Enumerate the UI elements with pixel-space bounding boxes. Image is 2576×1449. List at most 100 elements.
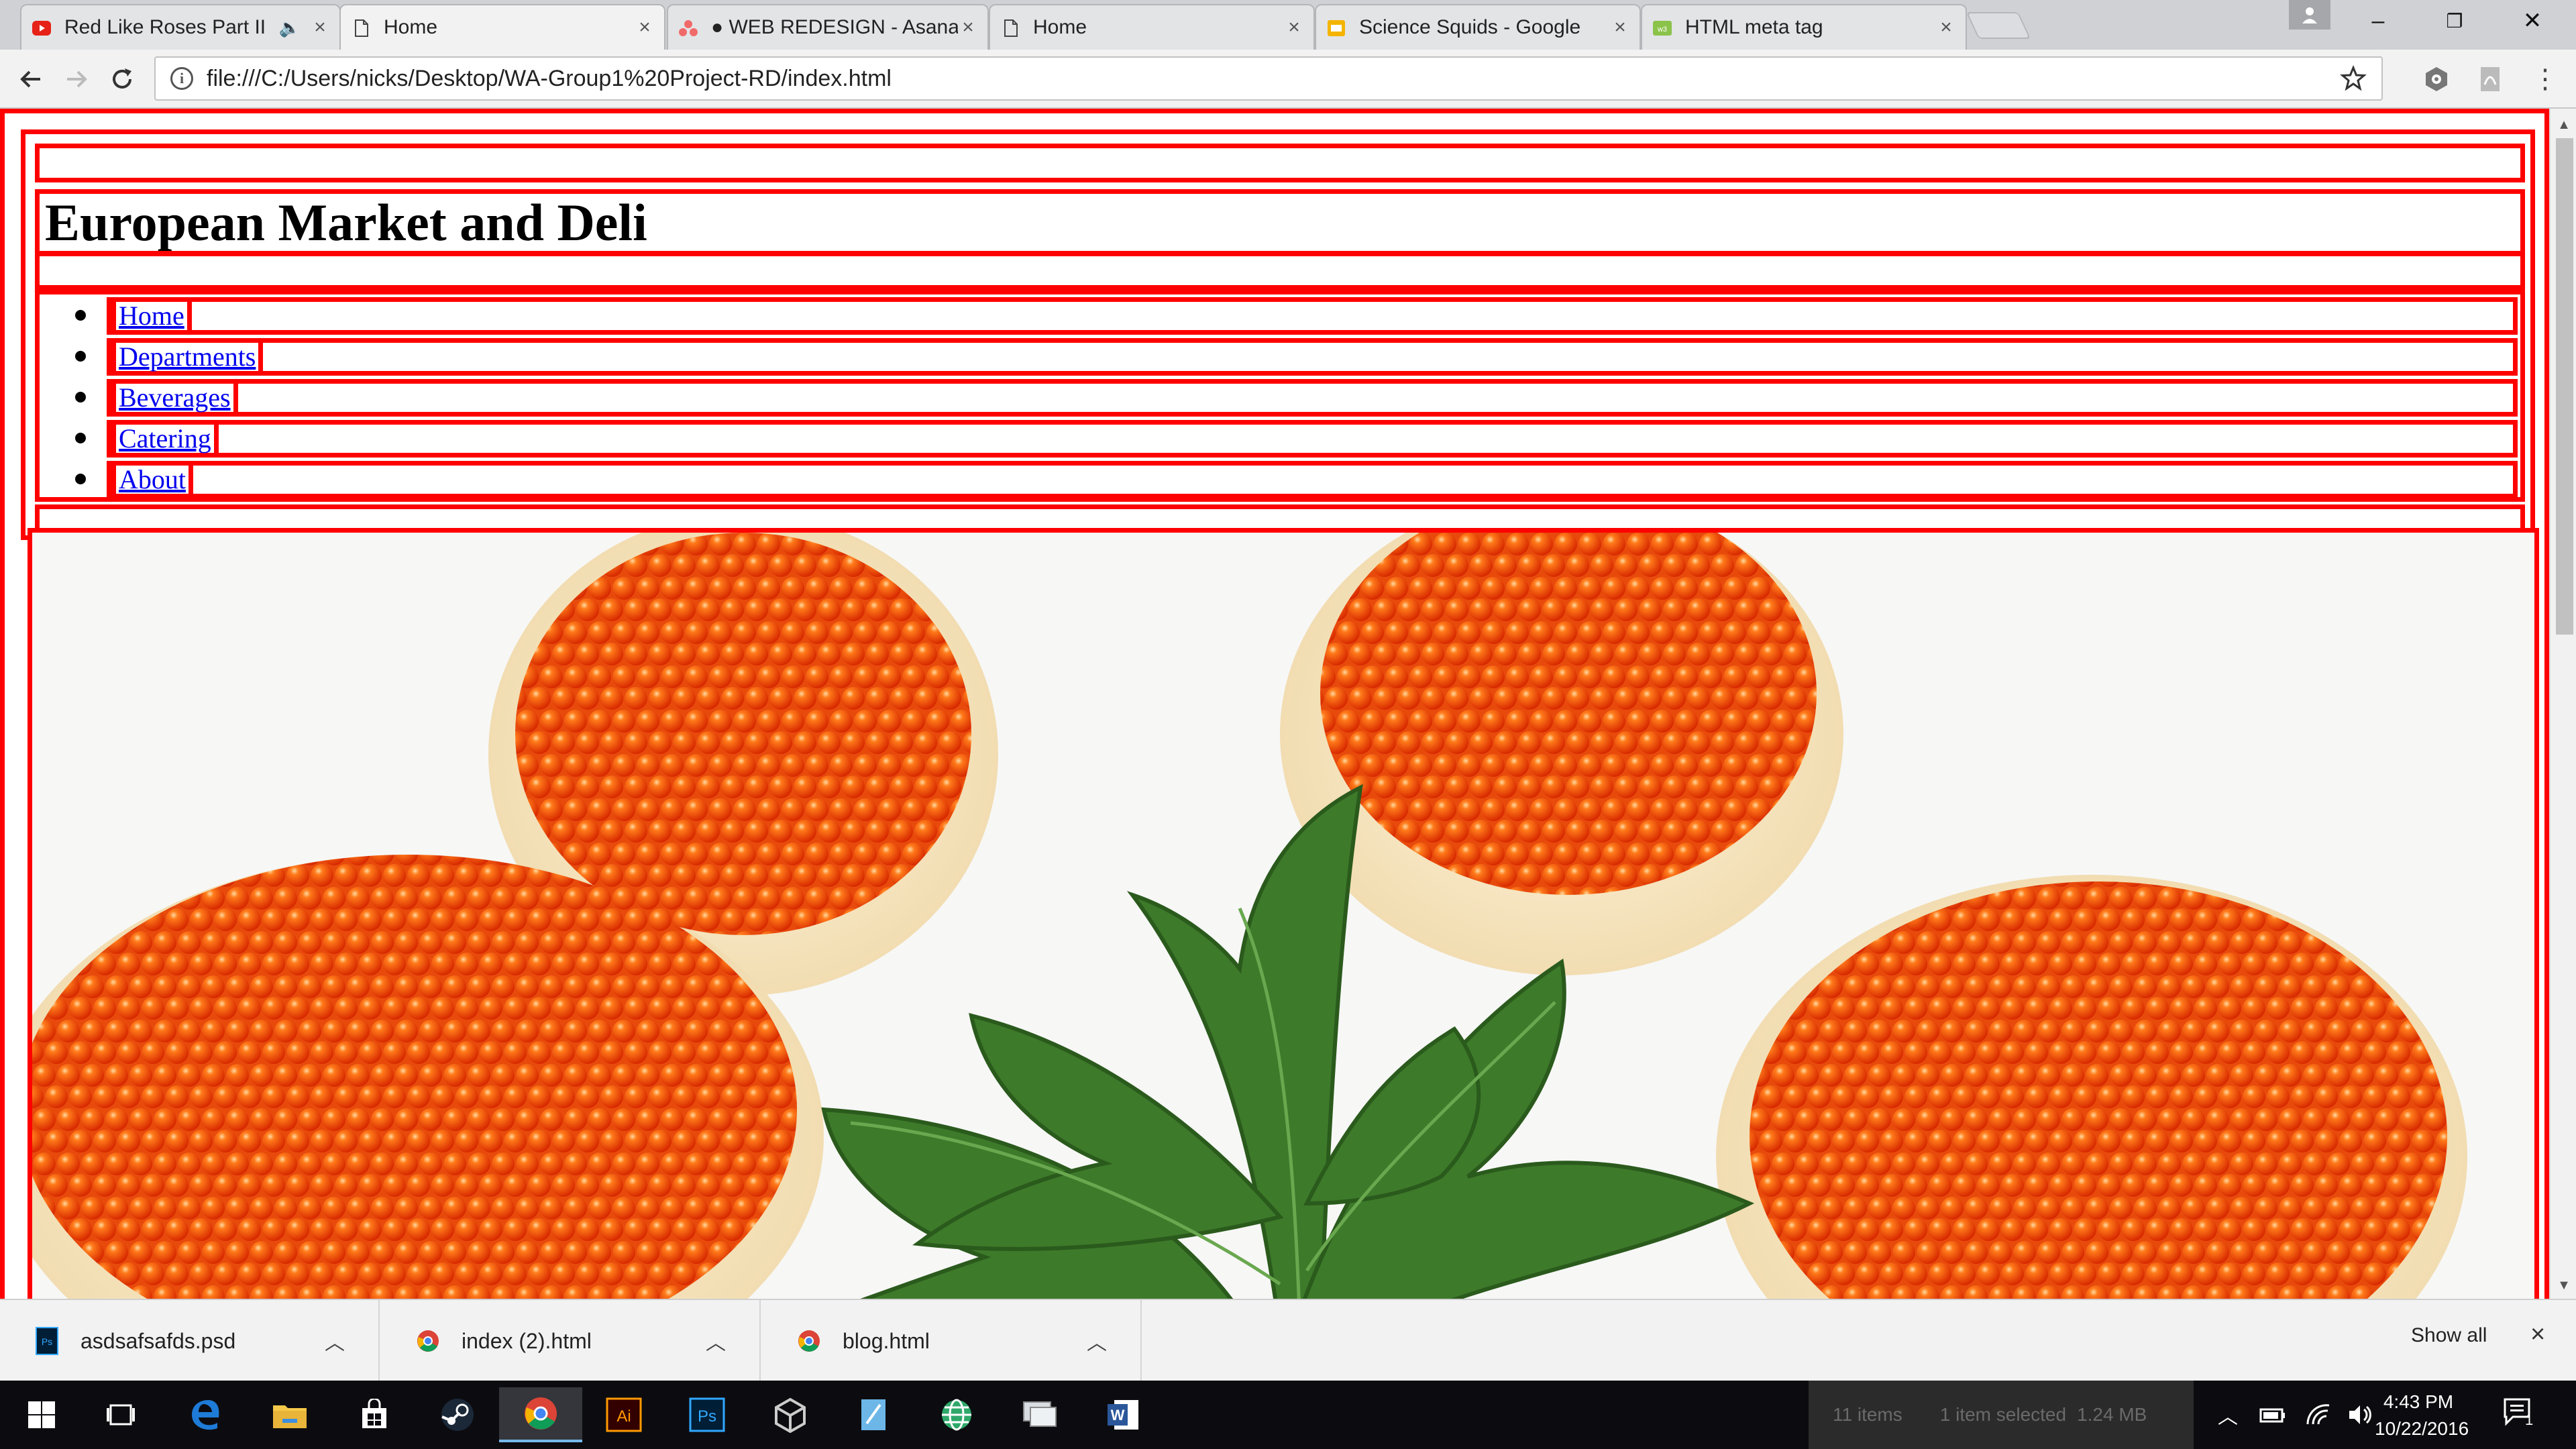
wifi-icon[interactable] [2305,1403,2332,1427]
computer-network-icon [1023,1401,1057,1427]
speaker-icon[interactable]: 🔈 [279,17,301,38]
task-view-button[interactable] [79,1387,162,1442]
page-viewport: European Market and Deli Home Department… [0,109,2549,1299]
site-title: European Market and Deli [45,193,647,252]
tab-title: Home [384,16,438,38]
download-filename: blog.html [843,1328,930,1353]
vertical-scrollbar[interactable]: ▲ ▼ [2549,109,2576,1299]
header-spacer [35,144,2525,182]
forward-button[interactable] [56,59,97,99]
back-button[interactable] [11,59,51,99]
chevron-up-icon[interactable]: ︿ [1087,1326,1107,1356]
edge-icon [192,1400,219,1430]
taskbar-photoshop[interactable]: Ps [665,1387,749,1442]
bookmark-star-icon[interactable] [2340,65,2367,92]
page-body: European Market and Deli Home Department… [0,109,2549,1299]
chrome-file-icon [415,1326,441,1356]
url-text[interactable]: file:///C:/Users/nicks/Desktop/WA-Group1… [207,66,2340,92]
profile-icon[interactable] [2289,0,2330,30]
tab-red-like-roses[interactable]: Red Like Roses Part II 🔈 × [20,4,341,50]
tab-home[interactable]: Home × [989,4,1315,50]
close-tab-icon[interactable]: × [635,16,655,39]
extension-eye-icon[interactable] [2419,62,2454,97]
illustrator-icon: Ai [606,1397,642,1432]
download-item[interactable]: blog.html ︿ [762,1300,1142,1382]
chrome-file-icon [796,1326,822,1356]
chrome-icon [525,1397,557,1430]
list-bullet [75,433,86,443]
nav-link-about[interactable]: About [111,461,193,498]
list-bullet [75,392,86,402]
nav-item-home: Home [75,297,2518,335]
reload-button[interactable] [102,59,142,99]
document-icon [1004,19,1018,37]
volume-icon[interactable] [2347,1403,2373,1427]
scroll-up-arrow-icon[interactable]: ▲ [2551,113,2576,137]
close-tab-icon[interactable]: × [1610,16,1630,39]
photoshop-icon: Ps [689,1397,725,1432]
taskbar-word[interactable]: W [1081,1387,1165,1442]
start-button[interactable] [0,1387,83,1442]
scroll-down-arrow-icon[interactable]: ▼ [2551,1273,2576,1297]
show-all-downloads-link[interactable]: Show all [2411,1324,2487,1347]
store-bag-icon [362,1399,386,1428]
taskbar-edge[interactable] [164,1387,247,1442]
tab-web-redesign[interactable]: ● WEB REDESIGN - Asana × [667,4,989,50]
new-tab-button[interactable] [1966,12,2031,39]
scrollbar-thumb[interactable] [2556,138,2573,635]
nav-link-beverages[interactable]: Beverages [111,379,238,417]
nav-item-departments: Departments [75,338,2518,376]
close-tab-icon[interactable]: × [958,16,978,39]
svg-text:Ps: Ps [42,1336,52,1347]
taskbar-globe-app[interactable] [915,1387,998,1442]
chevron-up-icon[interactable]: ︿ [325,1326,345,1356]
status-selected: 1 item selected [1939,1404,2067,1425]
nav-link-departments[interactable]: Departments [111,338,264,376]
close-download-bar-icon[interactable]: × [2530,1320,2545,1349]
taskbar-chrome[interactable] [499,1387,582,1442]
restore-button[interactable]: ❐ [2418,0,2491,42]
list-bullet [75,474,86,484]
download-item[interactable]: Ps asdsafsafds.psd ︿ [0,1300,380,1382]
tab-home-active[interactable]: Home × [339,4,665,50]
taskbar-steam[interactable] [416,1387,499,1442]
address-bar[interactable]: i file:///C:/Users/nicks/Desktop/WA-Grou… [154,56,2383,101]
tab-science-squids[interactable]: Science Squids - Google × [1315,4,1641,50]
download-item[interactable]: index (2).html ︿ [381,1300,761,1382]
taskbar-illustrator[interactable]: Ai [582,1387,665,1442]
minimize-button[interactable]: – [2341,0,2415,42]
title-container: European Market and Deli [35,189,2525,256]
task-view-icon [107,1404,135,1426]
close-tab-icon[interactable]: × [1284,16,1304,39]
extension-pdf-icon[interactable] [2473,62,2508,97]
tab-title: Science Squids - Google [1359,16,1581,38]
tray-chevron-up-icon[interactable]: ︿ [2218,1400,2238,1430]
info-icon[interactable]: i [170,67,193,90]
nav-item-catering: Catering [75,420,2518,458]
svg-text:w3: w3 [1657,25,1667,34]
action-center-button[interactable]: 1 [2502,1397,2538,1433]
svg-text:W: W [1111,1407,1125,1424]
browser-toolbar: i file:///C:/Users/nicks/Desktop/WA-Grou… [0,50,2576,109]
taskbar-notes[interactable] [832,1387,915,1442]
taskbar-store[interactable] [333,1387,416,1442]
word-icon: W [1108,1400,1138,1430]
system-clock[interactable]: 4:43 PM 10/22/2016 [2375,1389,2469,1442]
explorer-status-overlay: 11 items 1 item selected 1.24 MB [1809,1381,2194,1449]
close-tab-icon[interactable]: × [310,16,330,39]
taskbar-network-app[interactable] [998,1387,1081,1442]
tab-html-meta-tag[interactable]: w3 HTML meta tag × [1641,4,1967,50]
tab-title: Home [1033,16,1087,38]
taskbar-unity[interactable] [749,1387,832,1442]
battery-icon[interactable] [2258,1404,2288,1426]
nav-link-home[interactable]: Home [111,297,192,335]
close-tab-icon[interactable]: × [1936,16,1956,39]
list-bullet [75,310,86,321]
nav-link-catering[interactable]: Catering [111,420,219,458]
chevron-up-icon[interactable]: ︿ [706,1326,726,1356]
taskbar-file-explorer[interactable] [248,1387,331,1442]
close-window-button[interactable]: ✕ [2496,0,2569,42]
menu-kebab-icon[interactable]: ⋮ [2528,62,2563,97]
status-item-count: 11 items [1833,1404,1902,1425]
notification-count-badge: 1 [2525,1411,2534,1428]
